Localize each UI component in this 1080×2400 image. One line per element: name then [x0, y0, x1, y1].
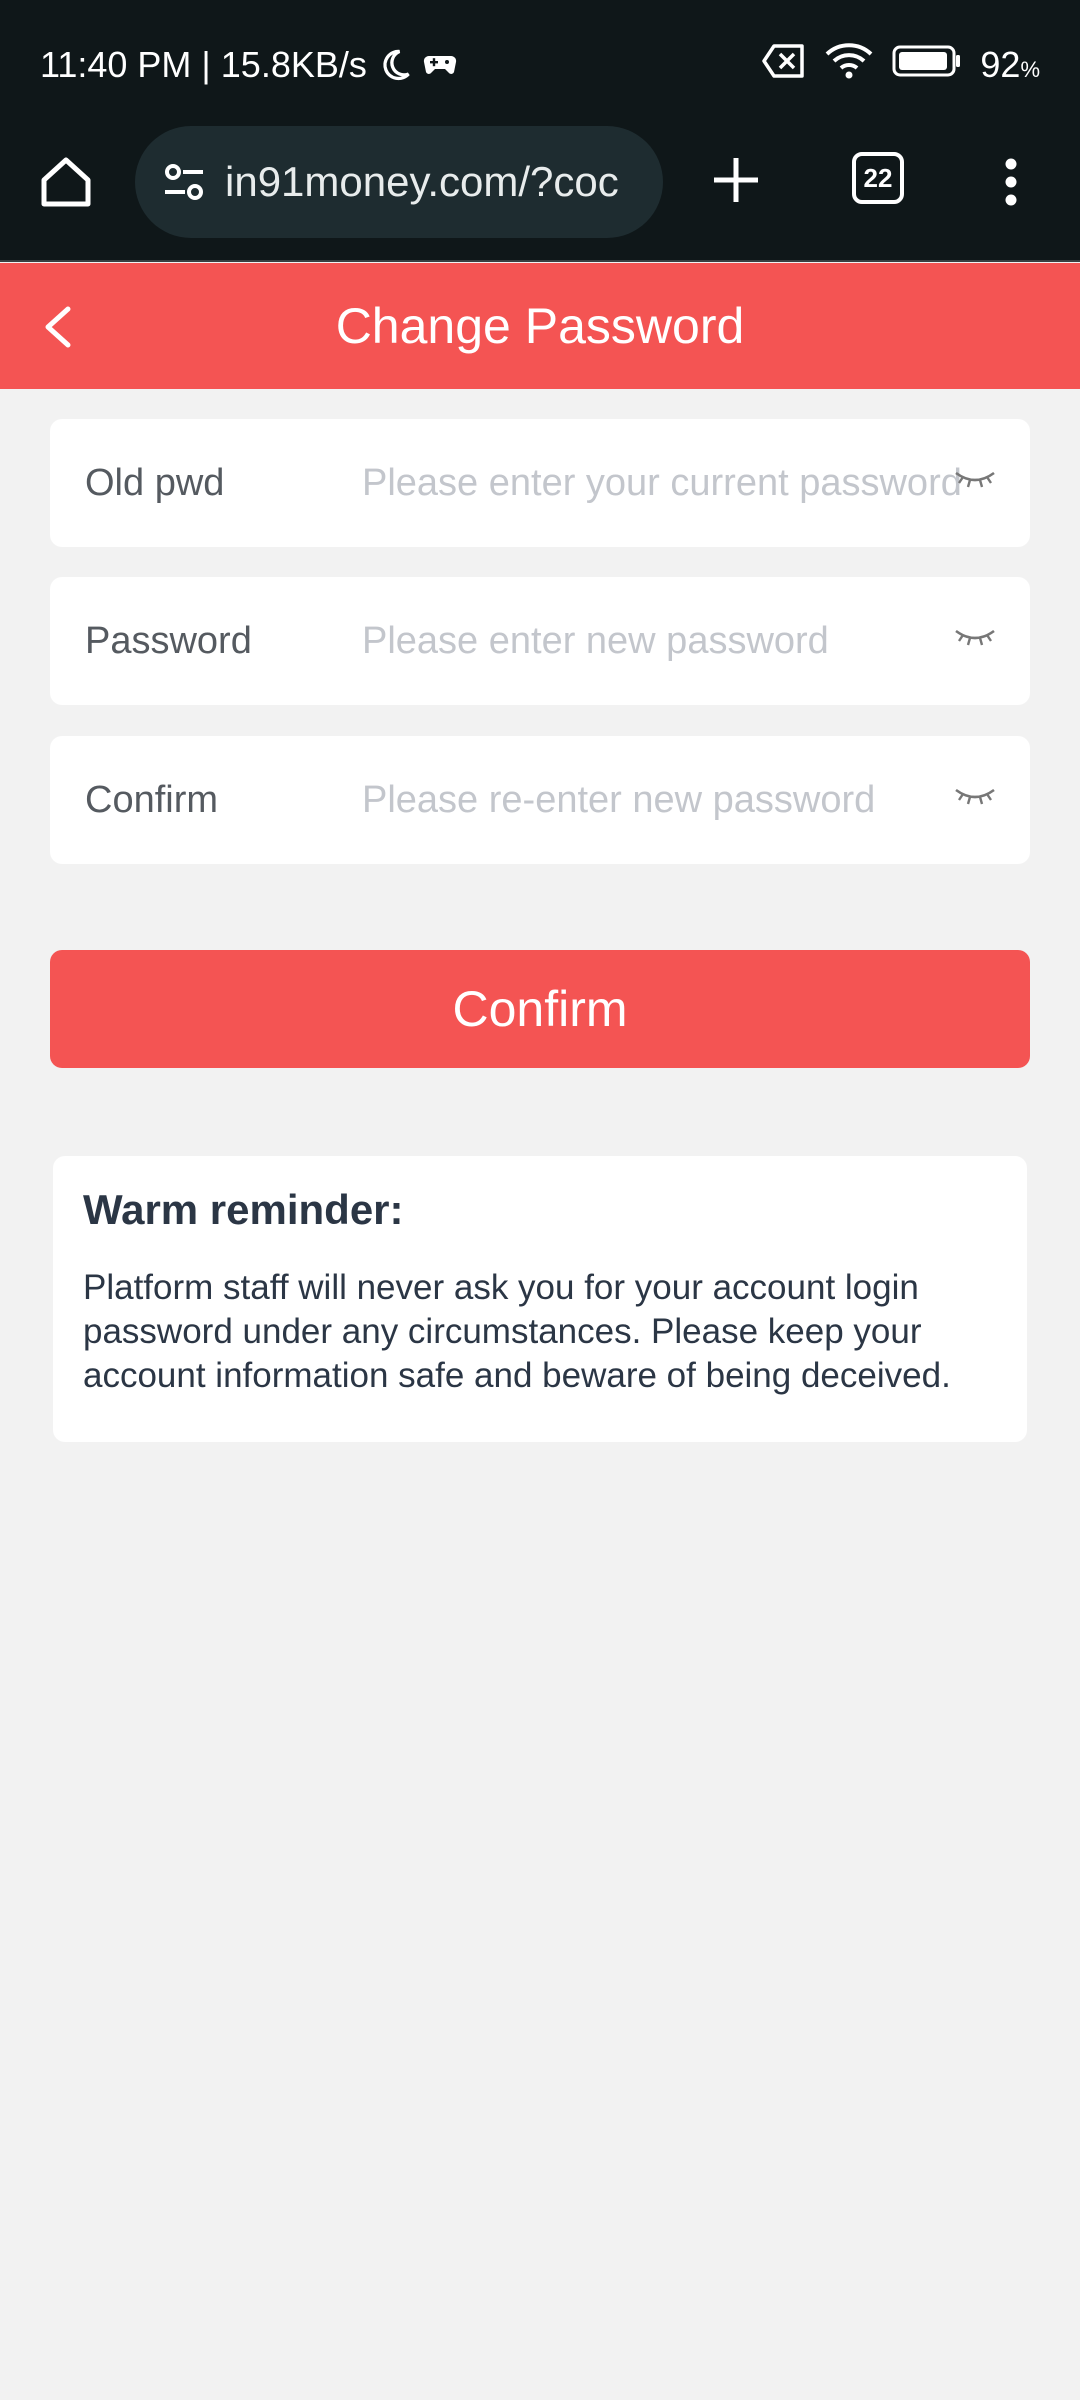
status-bar: 11:40 PM | 15.8KB/s 92%: [0, 0, 1080, 122]
confirm-password-label: Confirm: [85, 778, 219, 821]
old-password-input[interactable]: [362, 443, 982, 523]
chevron-left-icon: [45, 306, 71, 348]
eye-closed-icon[interactable]: [954, 784, 996, 810]
battery-icon: [892, 44, 962, 87]
reminder-card: Warm reminder: Platform staff will never…: [53, 1156, 1027, 1442]
tab-switcher-button[interactable]: 22: [852, 152, 904, 204]
page-title: Change Password: [335, 298, 745, 354]
site-settings-icon[interactable]: [155, 152, 215, 212]
moon-icon: [377, 47, 413, 83]
eye-closed-icon[interactable]: [954, 467, 996, 493]
browser-toolbar: in91money.com/?coc 22: [0, 122, 1080, 262]
confirm-password-input[interactable]: [362, 760, 982, 840]
reminder-text: Platform staff will never ask you for yo…: [83, 1268, 951, 1395]
status-right: 92%: [762, 40, 1040, 90]
reminder-title: Warm reminder:: [83, 1186, 404, 1233]
eye-closed-icon[interactable]: [954, 625, 996, 651]
new-password-input[interactable]: [362, 601, 982, 681]
url-text[interactable]: in91money.com/?coc: [225, 158, 619, 206]
confirm-password-row: Confirm: [50, 736, 1030, 864]
status-time-speed: 11:40 PM | 15.8KB/s: [40, 44, 367, 85]
browser-menu-button[interactable]: [996, 152, 1026, 212]
sim-off-icon: [762, 43, 806, 87]
home-button[interactable]: [36, 152, 96, 212]
wifi-icon: [824, 42, 874, 89]
old-password-label: Old pwd: [85, 461, 225, 504]
new-password-row: Password: [50, 577, 1030, 705]
battery-percent: 92%: [980, 44, 1040, 86]
battery-unit: %: [1020, 57, 1040, 82]
plus-icon: [714, 158, 758, 202]
address-bar[interactable]: in91money.com/?coc: [135, 126, 663, 238]
home-icon: [41, 157, 91, 207]
more-vert-icon: [1005, 158, 1017, 206]
new-password-label: Password: [85, 619, 252, 662]
back-button[interactable]: [38, 297, 78, 357]
status-left: 11:40 PM | 15.8KB/s: [40, 40, 457, 90]
gamepad-icon: [423, 52, 457, 78]
old-password-row: Old pwd: [50, 419, 1030, 547]
confirm-button[interactable]: Confirm: [50, 950, 1030, 1068]
app-header: Change Password: [0, 263, 1080, 389]
new-tab-button[interactable]: [706, 150, 766, 210]
battery-value: 92: [980, 44, 1021, 85]
